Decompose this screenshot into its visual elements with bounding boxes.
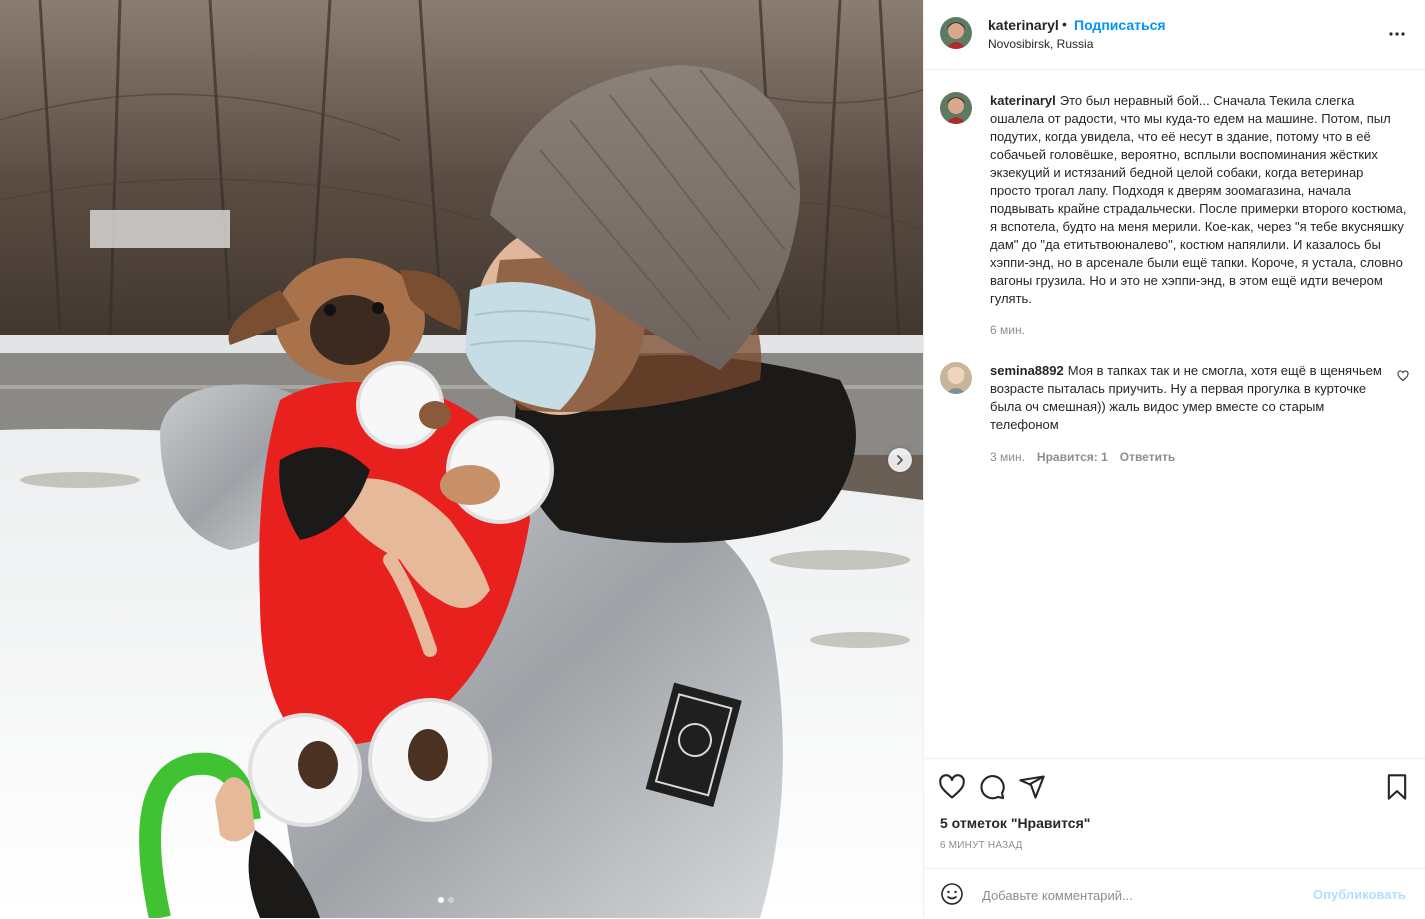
emoji-icon[interactable] [940, 882, 964, 906]
publish-button[interactable]: Опубликовать [1313, 887, 1406, 902]
avatar-image [940, 92, 972, 124]
author-avatar[interactable] [940, 17, 972, 49]
caption-username[interactable]: katerinaryl [990, 93, 1056, 108]
post-photo[interactable] [0, 0, 924, 918]
follow-button[interactable]: Подписаться [1074, 17, 1166, 33]
more-options-button[interactable] [1385, 24, 1409, 44]
commenter-username[interactable]: semina8892 [990, 363, 1064, 378]
add-comment-bar: Опубликовать [924, 868, 1425, 919]
carousel-dot [438, 897, 444, 903]
avatar-image [940, 362, 972, 394]
chevron-right-icon [897, 455, 903, 465]
photo-image [0, 0, 923, 918]
comment-meta: 3 мин. Нравится: 1 Ответить [990, 450, 1175, 464]
bookmark-icon[interactable] [1383, 773, 1411, 801]
comments-section: katerinaryl Это был неравный бой... Снача… [924, 70, 1425, 758]
more-horizontal-icon [1389, 32, 1405, 36]
heart-icon[interactable] [938, 773, 966, 801]
next-photo-button[interactable] [888, 448, 912, 472]
comment-time[interactable]: 3 мин. [990, 450, 1025, 464]
post-header: katerinaryl • Подписаться Novosibirsk, R… [924, 0, 1425, 70]
avatar-image [940, 17, 972, 49]
caption-author-avatar[interactable] [940, 92, 972, 124]
caption-time[interactable]: 6 мин. [990, 323, 1025, 337]
post-timestamp[interactable]: 6 минут назад [940, 840, 1023, 851]
reply-button[interactable]: Ответить [1120, 450, 1175, 464]
instagram-post: katerinaryl • Подписаться Novosibirsk, R… [0, 0, 1425, 918]
carousel-dot [448, 897, 454, 903]
post-actions: 5 отметок "Нравится" 6 минут назад [924, 758, 1425, 869]
post-details-panel: katerinaryl • Подписаться Novosibirsk, R… [924, 0, 1425, 918]
post-location[interactable]: Novosibirsk, Russia [988, 37, 1093, 51]
carousel-indicator [438, 897, 454, 903]
caption-text: katerinaryl Это был неравный бой... Снача… [990, 92, 1408, 308]
share-icon[interactable] [1018, 773, 1046, 801]
comment-input[interactable] [980, 881, 1304, 909]
likes-count[interactable]: 5 отметок "Нравится" [940, 815, 1090, 831]
comment-text: semina8892 Моя в тапках так и не смогла, … [990, 362, 1390, 434]
comment-like-heart-icon[interactable] [1397, 370, 1409, 382]
commenter-avatar[interactable] [940, 362, 972, 394]
author-username[interactable]: katerinaryl [988, 17, 1059, 33]
comment-icon[interactable] [978, 773, 1006, 801]
comment-likes-count[interactable]: Нравится: 1 [1037, 450, 1108, 464]
caption-body: Это был неравный бой... Сначала Текила с… [990, 93, 1407, 306]
separator-dot: • [1062, 16, 1067, 32]
